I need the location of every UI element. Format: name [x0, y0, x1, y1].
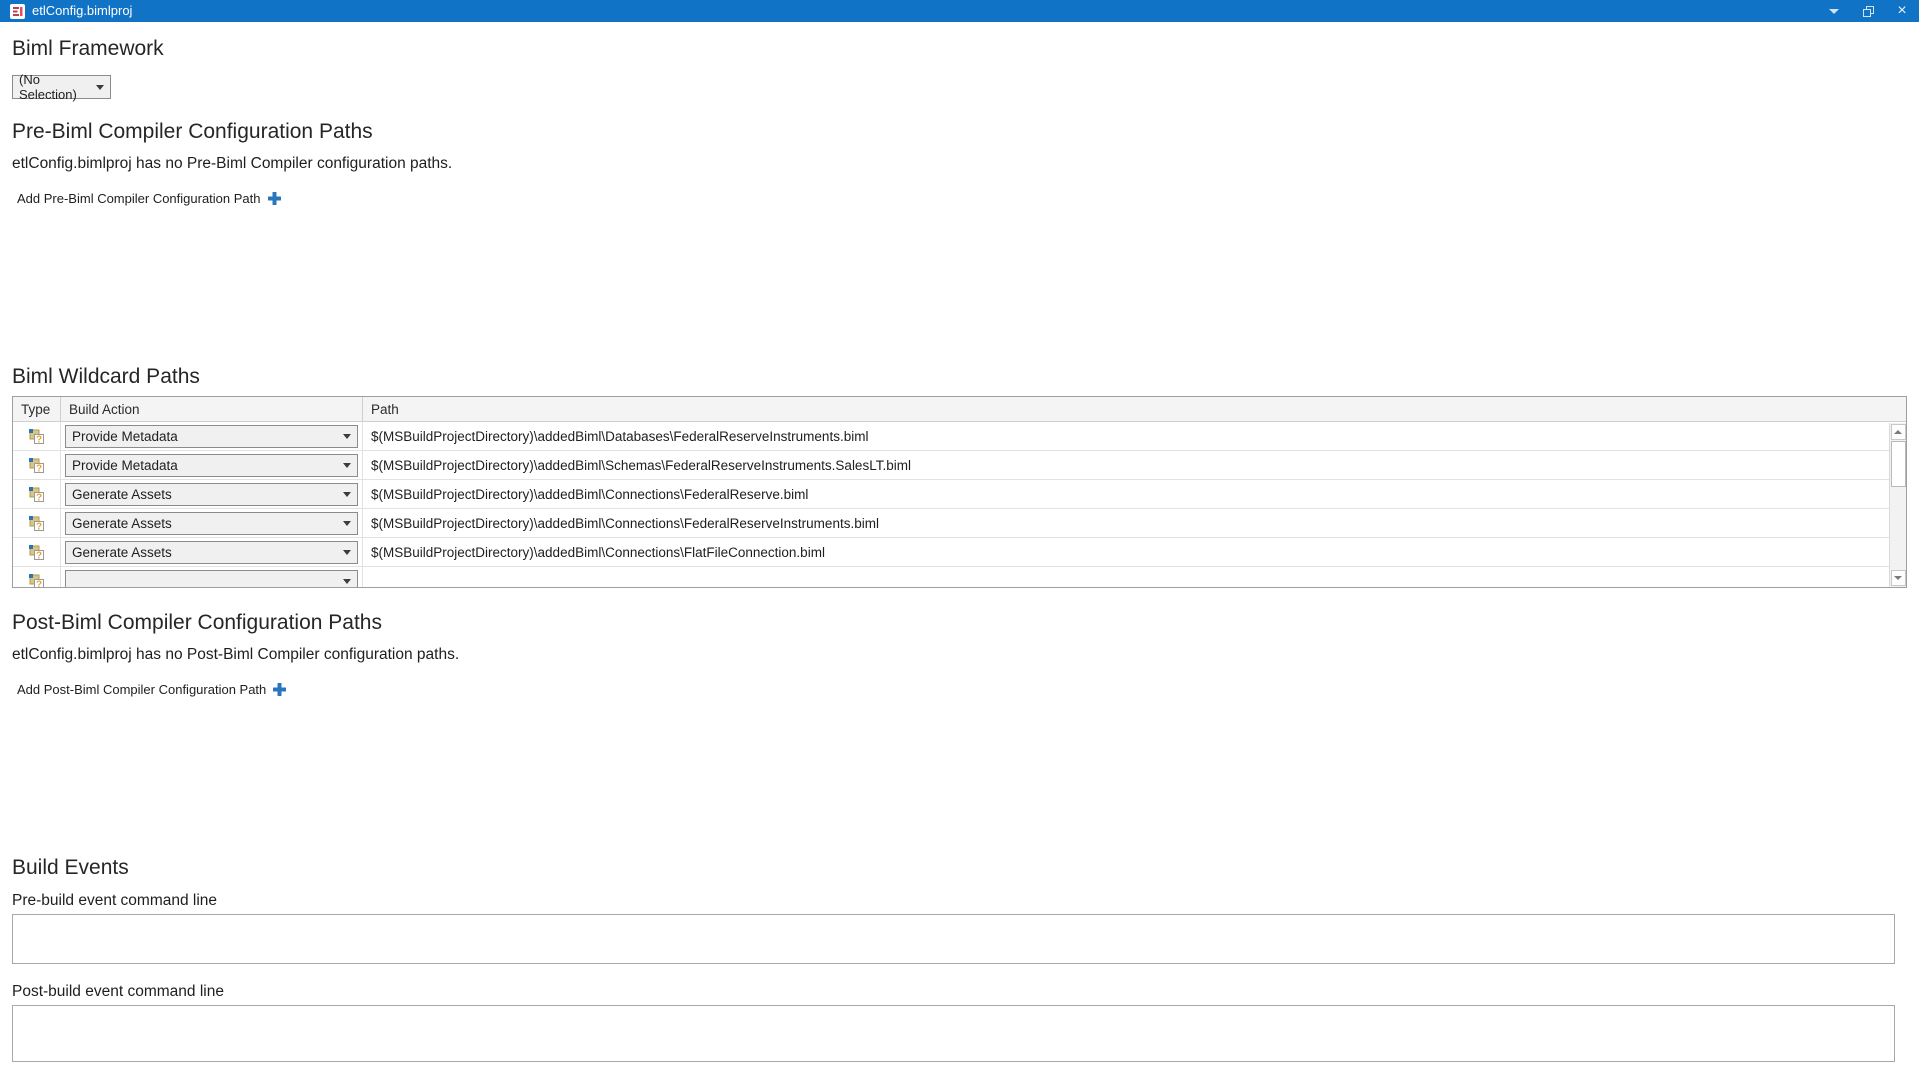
- scrollbar-down-button[interactable]: [1891, 570, 1906, 586]
- build-action-cell: Generate Assets: [61, 480, 363, 508]
- chevron-down-icon: [343, 492, 351, 497]
- column-header-build-action[interactable]: Build Action: [61, 397, 363, 421]
- add-post-biml-path-label: Add Post-Biml Compiler Configuration Pat…: [17, 682, 266, 697]
- type-cell: ?: [13, 567, 61, 588]
- pre-biml-empty-message: etlConfig.bimlproj has no Pre-Biml Compi…: [12, 154, 1907, 173]
- table-vertical-scrollbar[interactable]: [1889, 423, 1906, 587]
- table-row: ? Provide Metadata $(MSBuildProjectDirec…: [13, 422, 1889, 451]
- post-build-event-label: Post-build event command line: [12, 982, 1907, 1001]
- close-window-button[interactable]: ×: [1885, 0, 1919, 22]
- post-biml-paths-heading: Post-Biml Compiler Configuration Paths: [12, 610, 1907, 636]
- table-row-partial: ?: [13, 567, 1889, 588]
- biml-file-icon: ?: [28, 457, 45, 474]
- restore-window-button[interactable]: [1851, 0, 1885, 22]
- build-action-dropdown[interactable]: Provide Metadata: [65, 425, 358, 448]
- chevron-down-icon: [343, 521, 351, 526]
- build-action-value: Generate Assets: [72, 487, 172, 502]
- build-action-value: Provide Metadata: [72, 429, 178, 444]
- path-cell[interactable]: $(MSBuildProjectDirectory)\addedBiml\Con…: [363, 487, 1889, 502]
- chevron-down-icon: [343, 579, 351, 584]
- build-action-dropdown[interactable]: [65, 570, 358, 589]
- build-action-value: Generate Assets: [72, 516, 172, 531]
- column-header-path[interactable]: Path: [363, 397, 1906, 421]
- window-title: etlConfig.bimlproj: [32, 0, 132, 22]
- pre-build-event-input[interactable]: [12, 914, 1895, 964]
- path-cell[interactable]: $(MSBuildProjectDirectory)\addedBiml\Sch…: [363, 458, 1889, 473]
- svg-text:?: ?: [36, 492, 42, 503]
- plus-icon: [273, 683, 286, 696]
- window-controls: ×: [1817, 0, 1919, 22]
- table-row: ? Generate Assets $(MSBuildProjectDirect…: [13, 480, 1889, 509]
- chevron-down-icon: [343, 434, 351, 439]
- path-cell[interactable]: $(MSBuildProjectDirectory)\addedBiml\Con…: [363, 516, 1889, 531]
- wildcard-paths-table: Type Build Action Path ? Provide Metadat…: [12, 396, 1907, 588]
- add-pre-biml-path-link[interactable]: Add Pre-Biml Compiler Configuration Path: [12, 191, 281, 206]
- build-events-heading: Build Events: [12, 855, 1907, 881]
- build-action-value: Provide Metadata: [72, 458, 178, 473]
- chevron-down-icon: [96, 85, 104, 90]
- window-title-bar: etlConfig.bimlproj ×: [0, 0, 1919, 22]
- biml-framework-dropdown[interactable]: (No Selection): [12, 75, 111, 99]
- build-action-cell: Provide Metadata: [61, 451, 363, 479]
- path-cell[interactable]: $(MSBuildProjectDirectory)\addedBiml\Con…: [363, 545, 1889, 560]
- table-row: ? Generate Assets $(MSBuildProjectDirect…: [13, 538, 1889, 567]
- biml-file-icon: ?: [28, 515, 45, 532]
- type-cell: ?: [13, 451, 61, 479]
- build-action-cell: Provide Metadata: [61, 422, 363, 450]
- build-action-cell: Generate Assets: [61, 509, 363, 537]
- add-post-biml-path-link[interactable]: Add Post-Biml Compiler Configuration Pat…: [12, 682, 286, 697]
- build-action-cell: Generate Assets: [61, 538, 363, 566]
- build-action-cell: [61, 567, 363, 588]
- biml-file-icon: ?: [28, 544, 45, 561]
- build-action-dropdown[interactable]: Generate Assets: [65, 541, 358, 564]
- pre-build-event-label: Pre-build event command line: [12, 891, 1907, 910]
- restore-window-icon: [1863, 6, 1874, 17]
- svg-text:?: ?: [36, 434, 42, 445]
- triangle-down-icon: [1894, 576, 1902, 580]
- svg-text:?: ?: [36, 521, 42, 532]
- chevron-down-icon: [343, 550, 351, 555]
- build-action-dropdown[interactable]: Generate Assets: [65, 512, 358, 535]
- scrollbar-thumb[interactable]: [1891, 441, 1906, 487]
- svg-text:?: ?: [36, 550, 42, 561]
- path-cell[interactable]: $(MSBuildProjectDirectory)\addedBiml\Dat…: [363, 429, 1889, 444]
- plus-icon: [268, 192, 281, 205]
- build-action-value: Generate Assets: [72, 545, 172, 560]
- table-row: ? Generate Assets $(MSBuildProjectDirect…: [13, 509, 1889, 538]
- bimlproj-editor-page: Biml Framework (No Selection) Pre-Biml C…: [0, 36, 1919, 1062]
- add-pre-biml-path-label: Add Pre-Biml Compiler Configuration Path: [17, 191, 261, 206]
- post-build-event-input[interactable]: [12, 1005, 1895, 1062]
- post-biml-empty-message: etlConfig.bimlproj has no Post-Biml Comp…: [12, 645, 1907, 664]
- table-header-row: Type Build Action Path: [13, 397, 1906, 422]
- biml-file-icon: ?: [28, 573, 45, 589]
- biml-file-icon: ?: [28, 428, 45, 445]
- bimlproj-app-icon: [10, 4, 25, 19]
- table-row: ? Provide Metadata $(MSBuildProjectDirec…: [13, 451, 1889, 480]
- type-cell: ?: [13, 509, 61, 537]
- build-action-dropdown[interactable]: Generate Assets: [65, 483, 358, 506]
- biml-wildcard-paths-heading: Biml Wildcard Paths: [12, 364, 1907, 390]
- biml-framework-heading: Biml Framework: [12, 36, 1907, 62]
- svg-text:?: ?: [36, 463, 42, 474]
- svg-text:?: ?: [36, 579, 42, 588]
- chevron-down-icon: [1829, 9, 1839, 14]
- biml-file-icon: ?: [28, 486, 45, 503]
- chevron-down-icon: [343, 463, 351, 468]
- type-cell: ?: [13, 422, 61, 450]
- type-cell: ?: [13, 538, 61, 566]
- pre-biml-paths-heading: Pre-Biml Compiler Configuration Paths: [12, 119, 1907, 145]
- table-body: ? Provide Metadata $(MSBuildProjectDirec…: [13, 422, 1889, 588]
- type-cell: ?: [13, 480, 61, 508]
- scrollbar-up-button[interactable]: [1891, 424, 1906, 440]
- window-position-menu-button[interactable]: [1817, 0, 1851, 22]
- biml-framework-dropdown-value: (No Selection): [19, 72, 90, 102]
- triangle-up-icon: [1894, 430, 1902, 434]
- close-icon: ×: [1897, 3, 1906, 19]
- build-action-dropdown[interactable]: Provide Metadata: [65, 454, 358, 477]
- column-header-type[interactable]: Type: [13, 397, 61, 421]
